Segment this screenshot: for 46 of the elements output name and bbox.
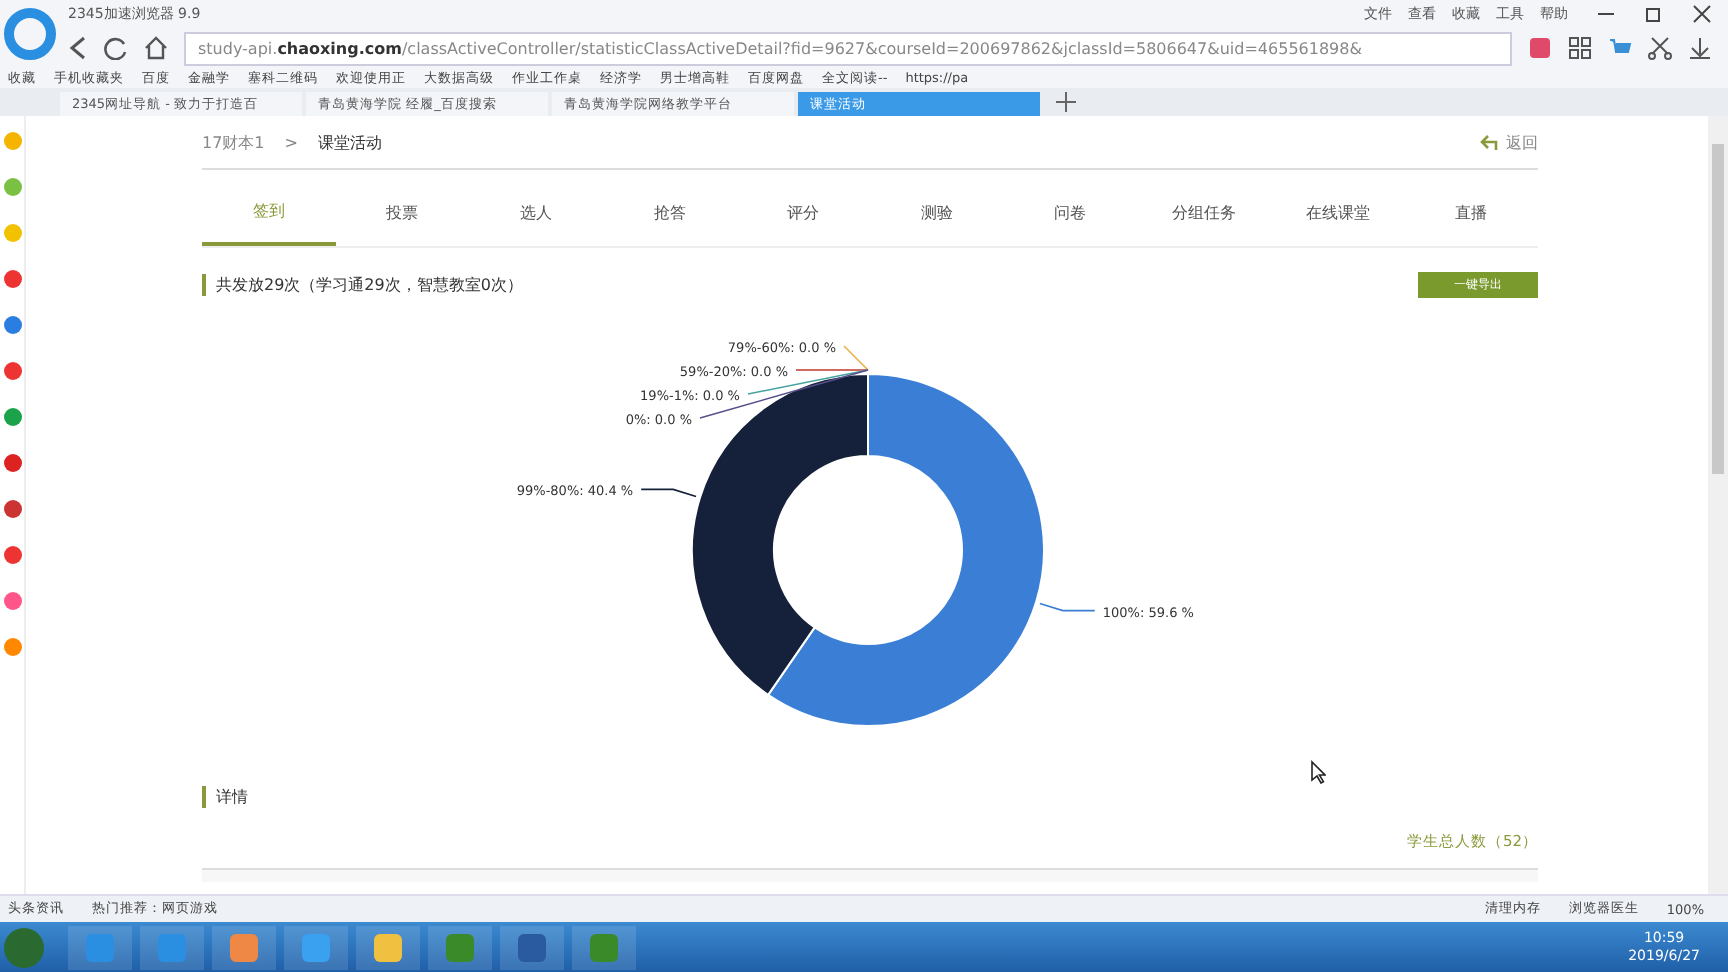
address-field[interactable]: study-api.chaoxing.com/classActiveController/statisticClassActiveDetail?fid=9627&courseId=200697862&jclassId=5806647&uid=465561898& [184, 31, 1512, 65]
sidebar-app-icon[interactable] [3, 270, 21, 288]
scissors-icon[interactable] [1648, 36, 1672, 60]
section-title: 详情 [202, 786, 248, 808]
scrollbar-thumb[interactable] [1712, 144, 1724, 474]
download-icon[interactable] [1688, 36, 1712, 60]
sidebar-app-icon[interactable] [3, 408, 21, 426]
activity-tab[interactable]: 选人 [469, 178, 603, 246]
activity-tab[interactable]: 问卷 [1003, 178, 1138, 246]
refresh-icon[interactable] [104, 36, 128, 60]
activity-tab[interactable]: 测验 [869, 178, 1004, 246]
sidebar-app-icon[interactable] [3, 178, 21, 196]
taskbar-app-icon[interactable] [500, 925, 564, 969]
summary-text: 共发放29次（学习通29次，智慧教室0次） [202, 274, 523, 296]
activity-tab[interactable]: 抢答 [602, 178, 737, 246]
back-icon[interactable] [68, 36, 88, 60]
back-arrow-icon [1480, 133, 1498, 151]
sidebar-app-icon[interactable] [3, 500, 21, 518]
home-icon[interactable] [144, 36, 168, 60]
taskbar-app-icon[interactable] [212, 925, 276, 969]
app-icon[interactable] [1528, 36, 1552, 60]
sidebar-app-icon[interactable] [3, 546, 21, 564]
activity-tab[interactable]: 直播 [1404, 178, 1538, 246]
grid-icon[interactable] [1568, 36, 1592, 60]
breadcrumb-link[interactable]: 17财本1 [202, 131, 265, 153]
breadcrumb-current: 课堂活动 [317, 131, 382, 153]
leader-line [640, 488, 697, 498]
new-tab-icon[interactable] [1056, 92, 1076, 112]
breadcrumb-separator: > [284, 133, 298, 151]
activity-tab[interactable]: 投票 [335, 178, 470, 246]
restore-icon[interactable] [1644, 4, 1664, 24]
close-icon[interactable] [1692, 4, 1712, 24]
sidebar-app-icon[interactable] [3, 316, 21, 334]
mouse-cursor-icon [1310, 760, 1326, 784]
sidebar-app-icon[interactable] [3, 592, 21, 610]
sidebar-app-icon[interactable] [3, 638, 21, 656]
browser-logo-icon [4, 8, 56, 60]
activity-tab[interactable]: 在线课堂 [1270, 178, 1405, 246]
leader-line [1039, 602, 1096, 612]
sidebar-app-icon[interactable] [3, 362, 21, 380]
activity-tab[interactable]: 评分 [736, 178, 870, 246]
taskbar-app-icon[interactable] [356, 925, 420, 969]
back-link[interactable]: 返回 [1506, 131, 1538, 153]
start-button[interactable] [4, 927, 44, 967]
sidebar-app-icon[interactable] [3, 454, 21, 472]
activity-tab[interactable]: 分组任务 [1137, 178, 1271, 246]
